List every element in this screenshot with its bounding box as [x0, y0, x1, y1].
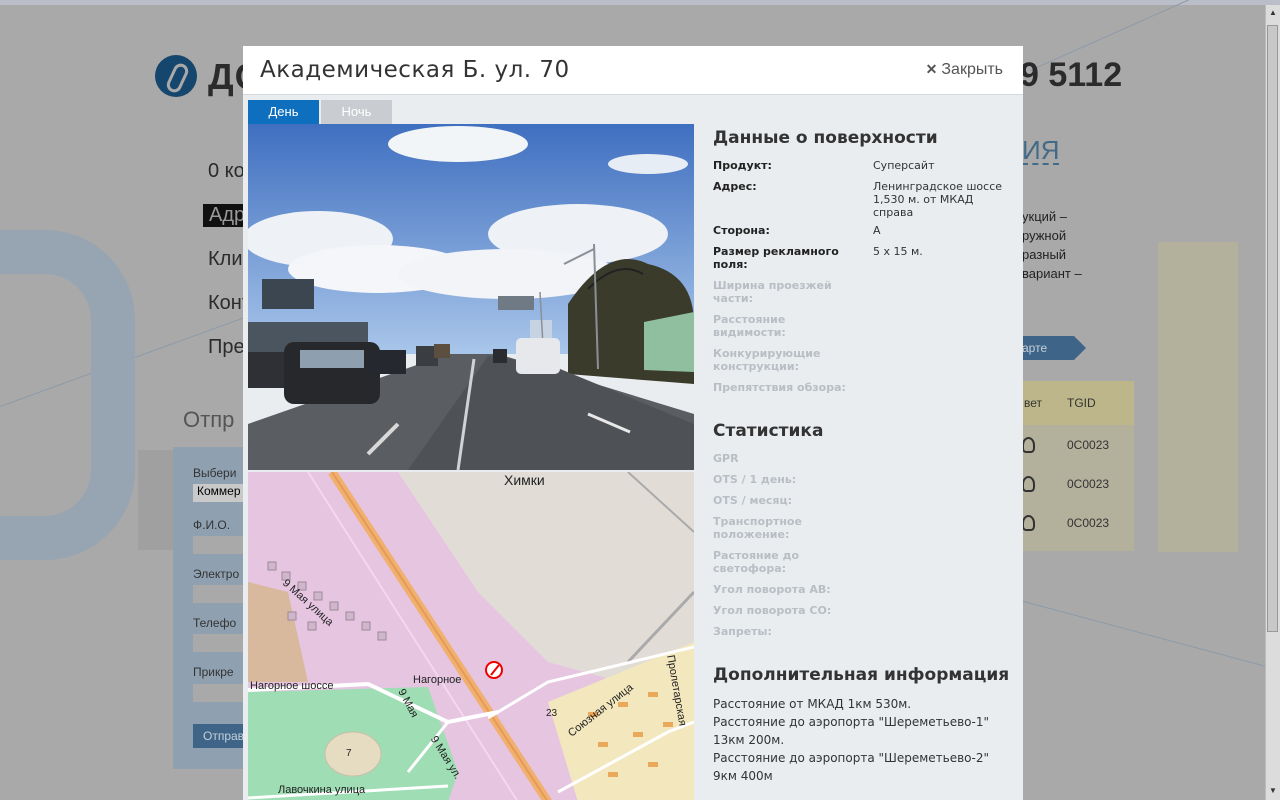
row-label-obstacles: Препятствия обзора:: [713, 381, 846, 394]
close-icon[interactable]: ✕: [926, 61, 938, 77]
para-line: разный: [1022, 247, 1067, 262]
row-value-product: Суперсайт: [873, 159, 935, 172]
billboard-photo[interactable]: [248, 124, 694, 470]
lightbulb-icon: [1022, 476, 1035, 492]
bg-big-letter-t: [1158, 242, 1238, 552]
row-label-product: Продукт:: [713, 159, 772, 172]
row-value-size: 5 х 15 м.: [873, 245, 923, 258]
scroll-up-icon[interactable]: ▲: [1268, 8, 1278, 17]
row-label-size: Размер рекламного поля:: [713, 245, 839, 271]
row-label-competitors: Конкурирующие конструкции:: [713, 347, 821, 373]
map-label-street: Нагорное шоссе: [250, 680, 334, 692]
submit-button[interactable]: Отправ: [193, 724, 244, 748]
modal-header: Академическая Б. ул. 70 ✕ Закрыть: [243, 46, 1023, 95]
map-label-house: 23: [546, 708, 558, 719]
stats-section-title: Статистика: [713, 421, 824, 441]
map-label-street: Лавочкина улица: [278, 784, 366, 796]
form-select[interactable]: Коммер: [193, 484, 243, 502]
para-line: укций –: [1022, 209, 1067, 224]
extra-section-title: Дополнительная информация: [713, 665, 1010, 685]
phone-field[interactable]: [193, 634, 243, 652]
row-label-road-width: Ширина проезжей части:: [713, 279, 832, 305]
tab-day[interactable]: День: [248, 100, 319, 124]
map-label-street: Нагорное: [413, 674, 462, 686]
table-cell-tgid: 0C0023: [1067, 438, 1110, 452]
table-header-light: вет: [1024, 396, 1043, 410]
surface-section-title: Данные о поверхности: [713, 128, 938, 148]
stat-transport: Транспортное положение:: [713, 515, 802, 541]
map-label-house: 7: [346, 748, 352, 759]
stat-angle-ab: Угол поворота АВ:: [713, 583, 831, 596]
stat-angle-co: Угол поворота СО:: [713, 604, 832, 617]
tab-night[interactable]: Ночь: [321, 100, 392, 124]
close-label[interactable]: Закрыть: [941, 61, 1003, 78]
form-title: Отпр: [183, 407, 235, 432]
extra-line: Расстояние до аэропорта "Шереметьево-1": [713, 715, 990, 729]
phone-number: 9 5112: [1020, 56, 1123, 94]
menu-item-about[interactable]: 0 ко: [208, 160, 245, 183]
para-line: ружной: [1022, 228, 1067, 243]
row-value-address: Ленинградское шоссе 1,530 м. от МКАД спр…: [873, 180, 1003, 219]
location-map[interactable]: Химки 9 Мая улица Нагорное шоссе Нагорно…: [248, 472, 694, 800]
row-label-side: Сторона:: [713, 224, 770, 237]
decor-line: [1019, 600, 1272, 669]
bg-big-letter-o: [0, 230, 135, 560]
table-cell-tgid: 0C0023: [1067, 477, 1110, 491]
lightbulb-icon: [1022, 515, 1035, 531]
section-paragraph: укций – ружной разный вариант –: [1022, 207, 1132, 283]
form-label-email: Электро: [193, 567, 240, 581]
attach-field[interactable]: [193, 684, 243, 702]
scrollbar-thumb[interactable]: [1267, 25, 1278, 632]
stat-gpr: GPR: [713, 452, 739, 465]
extra-line: Расстояние до аэропорта "Шереметьево-2": [713, 751, 990, 765]
stat-ots-month: OTS / месяц:: [713, 494, 793, 507]
scroll-down-icon[interactable]: ▼: [1268, 786, 1278, 795]
street-map-image: [248, 472, 694, 800]
modal-title: Академическая Б. ул. 70: [260, 57, 570, 83]
form-label-attach: Прикре: [193, 665, 234, 679]
menu-item-clients[interactable]: Кли: [208, 248, 243, 271]
logo-icon[interactable]: [155, 55, 197, 97]
menu-item-price[interactable]: Пре: [208, 336, 245, 359]
email-field[interactable]: [193, 585, 243, 603]
table-header-tgid: TGID: [1067, 396, 1096, 410]
form-label-name: Ф.И.О.: [193, 518, 231, 532]
stat-traffic-light: Растояние до светофора:: [713, 549, 800, 575]
row-value-side: А: [873, 224, 881, 237]
map-label-city: Химки: [504, 472, 545, 488]
lightbulb-icon: [1022, 437, 1035, 453]
extra-line: Расстояние от МКАД 1км 530м.: [713, 697, 912, 711]
stat-restrictions: Запреты:: [713, 625, 772, 638]
form-label-select: Выбери: [193, 466, 237, 480]
extra-line: 13км 200м.: [713, 733, 785, 747]
para-line: вариант –: [1022, 266, 1082, 281]
name-field[interactable]: [193, 536, 243, 554]
section-heading[interactable]: ИЯ: [1022, 137, 1060, 165]
bg-block: [138, 450, 178, 550]
row-label-address: Адрес:: [713, 180, 757, 193]
form-label-phone: Телефо: [193, 616, 237, 630]
close-button[interactable]: ✕ Закрыть: [926, 61, 1003, 79]
extra-line: 9км 400м: [713, 769, 773, 783]
browser-top-strip: [0, 0, 1280, 5]
table-cell-tgid: 0C0023: [1067, 516, 1110, 530]
stat-ots-day: OTS / 1 день:: [713, 473, 797, 486]
row-label-visibility: Расстояние видимости:: [713, 313, 786, 339]
highway-photo-image: [248, 124, 694, 470]
surface-modal: Академическая Б. ул. 70 ✕ Закрыть День Но…: [243, 46, 1023, 800]
